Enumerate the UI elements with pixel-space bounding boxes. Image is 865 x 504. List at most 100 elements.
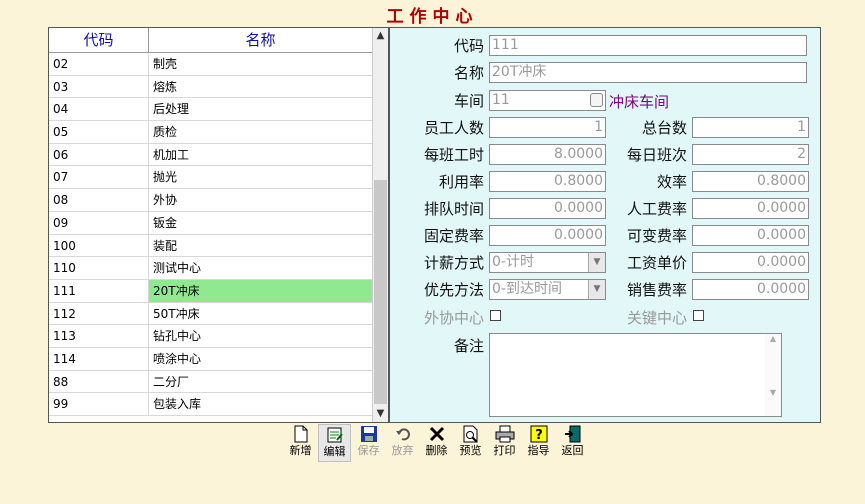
discard-button[interactable]: 放弃: [386, 424, 419, 462]
workshop-label: 车间: [453, 92, 484, 110]
chevron-down-icon[interactable]: ▼: [588, 253, 605, 272]
wage-price-field[interactable]: 0.0000: [692, 252, 809, 273]
row-code: 99: [49, 393, 149, 415]
window-title: 工作中心: [386, 7, 479, 27]
table-row[interactable]: 08 外协: [49, 189, 372, 212]
table-row[interactable]: 112 50T冲床: [49, 302, 372, 326]
machines-field[interactable]: 1: [692, 117, 809, 138]
row-code: 08: [49, 189, 149, 211]
scroll-thumb[interactable]: [374, 180, 387, 404]
staff-field[interactable]: 1: [489, 117, 606, 138]
new-button[interactable]: 新增: [284, 424, 317, 462]
remark-textarea[interactable]: ▲ ▼: [489, 333, 782, 417]
row-code: 03: [49, 75, 149, 98]
table-row[interactable]: 99 包装入库: [49, 393, 372, 416]
new-label: 新增: [289, 444, 312, 457]
name-label: 名称: [453, 64, 484, 82]
row-code: 113: [49, 325, 149, 347]
new-file-icon: [291, 424, 311, 444]
row-name: 机加工: [153, 147, 190, 162]
remark-scrollbar[interactable]: ▲ ▼: [765, 334, 781, 416]
staff-label: 员工人数: [423, 119, 484, 137]
delete-icon: [427, 424, 447, 444]
key-center-label: 关键中心: [626, 309, 687, 327]
column-header-name[interactable]: 名称: [149, 28, 372, 52]
code-field[interactable]: 111: [489, 35, 807, 56]
save-button[interactable]: 保存: [352, 424, 385, 462]
row-code: 06: [49, 143, 149, 166]
preview-label: 预览: [459, 444, 482, 457]
undo-icon: [393, 424, 413, 444]
table-row[interactable]: 110 测试中心: [49, 257, 372, 280]
table-row[interactable]: 04 后处理: [49, 98, 372, 122]
row-code: 110: [49, 257, 149, 279]
labor-rate-field[interactable]: 0.0000: [692, 198, 809, 219]
table-row[interactable]: 111 20T冲床: [49, 279, 372, 303]
edit-button[interactable]: 编辑: [318, 424, 351, 462]
row-name: 测试中心: [153, 261, 202, 276]
chevron-down-icon[interactable]: ▼: [588, 280, 605, 299]
fixed-rate-field[interactable]: 0.0000: [489, 225, 606, 246]
table-row[interactable]: 100 装配: [49, 234, 372, 258]
pay-method-select[interactable]: 0-计时 ▼: [489, 252, 606, 273]
wage-price-label: 工资单价: [626, 254, 687, 272]
table-row[interactable]: 07 抛光: [49, 166, 372, 190]
key-center-checkbox[interactable]: [693, 310, 704, 321]
preview-button[interactable]: 预览: [454, 424, 487, 462]
row-code: 07: [49, 166, 149, 189]
edit-icon: [325, 425, 345, 445]
table-row[interactable]: 09 钣金: [49, 211, 372, 235]
table-row[interactable]: 114 喷涂中心: [49, 347, 372, 371]
efficiency-field[interactable]: 0.8000: [692, 171, 809, 192]
shifts-field[interactable]: 2: [692, 144, 809, 165]
row-code: 100: [49, 234, 149, 257]
workshop-name: 冲床车间: [609, 93, 670, 111]
row-name: 质检: [153, 125, 178, 140]
print-label: 打印: [493, 444, 516, 457]
exit-door-icon: [563, 424, 583, 444]
row-code: 111: [49, 279, 149, 302]
workshop-field[interactable]: 11: [489, 90, 606, 111]
svg-text:?: ?: [535, 428, 543, 443]
row-name: 熔炼: [153, 79, 178, 94]
back-label: 返回: [561, 444, 584, 457]
work-center-list[interactable]: 代码 名称 02 制壳 03 熔炼 04 后处理 05 质检 06 机加工 07 抛光 08 外协 09 钣金…: [48, 27, 389, 423]
guide-button[interactable]: ? 指导: [522, 424, 555, 462]
delete-label: 删除: [425, 444, 448, 457]
discard-label: 放弃: [391, 444, 414, 457]
variable-rate-field[interactable]: 0.0000: [692, 225, 809, 246]
row-name: 20T冲床: [149, 279, 372, 302]
priority-select[interactable]: 0-到达时间 ▼: [489, 279, 606, 300]
table-row[interactable]: 02 制壳: [49, 53, 372, 76]
delete-button[interactable]: 删除: [420, 424, 453, 462]
help-icon: ?: [529, 424, 549, 444]
row-name: 抛光: [153, 170, 178, 185]
back-button[interactable]: 返回: [556, 424, 589, 462]
table-row[interactable]: 05 质检: [49, 121, 372, 144]
sales-rate-field[interactable]: 0.0000: [692, 279, 809, 300]
remark-label: 备注: [453, 337, 484, 355]
table-row[interactable]: 06 机加工: [49, 143, 372, 167]
row-code: 114: [49, 347, 149, 370]
lookup-icon[interactable]: [590, 93, 603, 107]
scroll-up-icon[interactable]: ▲: [373, 28, 388, 44]
row-name: 50T冲床: [153, 306, 200, 321]
sales-rate-label: 销售费率: [626, 281, 687, 299]
row-name: 钻孔中心: [153, 329, 202, 344]
outsource-checkbox[interactable]: [490, 310, 501, 321]
name-field[interactable]: 20T冲床: [489, 62, 807, 83]
shift-hours-field[interactable]: 8.0000: [489, 144, 606, 165]
print-button[interactable]: 打印: [488, 424, 521, 462]
column-header-code[interactable]: 代码: [49, 28, 149, 52]
table-row[interactable]: 03 熔炼: [49, 75, 372, 99]
queue-time-field[interactable]: 0.0000: [489, 198, 606, 219]
edit-label: 编辑: [323, 445, 346, 458]
table-row[interactable]: 88 二分厂: [49, 370, 372, 394]
row-name: 外协: [153, 193, 178, 208]
utilization-field[interactable]: 0.8000: [489, 171, 606, 192]
row-name: 制壳: [153, 57, 178, 71]
list-scrollbar[interactable]: ▲ ▼: [372, 28, 388, 422]
scroll-down-icon[interactable]: ▼: [373, 406, 388, 422]
table-row[interactable]: 113 钻孔中心: [49, 325, 372, 348]
efficiency-label: 效率: [656, 173, 687, 191]
